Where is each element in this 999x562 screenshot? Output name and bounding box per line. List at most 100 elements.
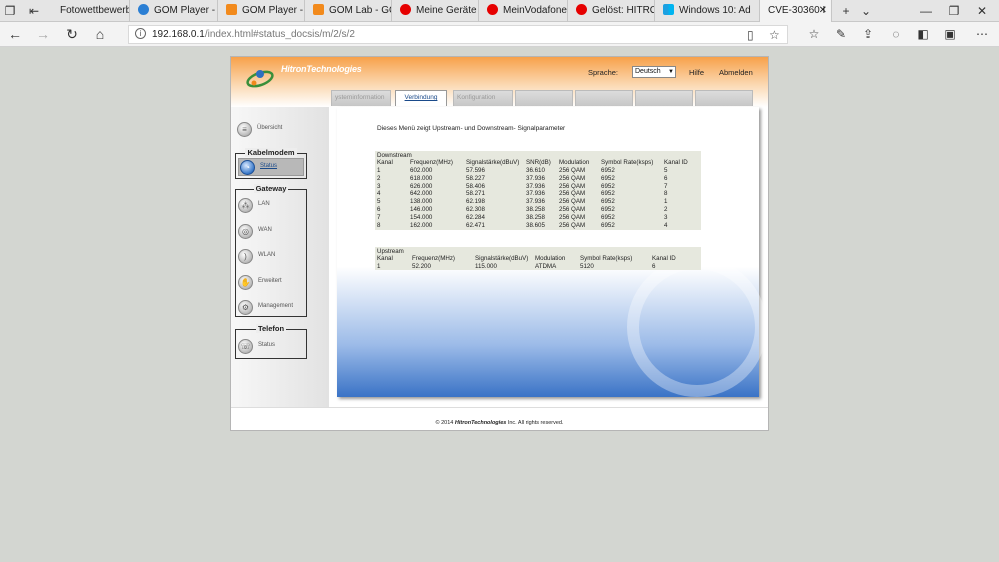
downstream-caption: Downstream xyxy=(377,152,412,159)
forward-icon[interactable]: → xyxy=(32,22,54,47)
footer-divider xyxy=(231,407,768,408)
telefon-title-text: Telefon xyxy=(255,324,287,333)
browser-tab[interactable]: GOM Player - Fr xyxy=(218,0,305,22)
table-cell: 37.936 xyxy=(526,182,545,190)
telefon-title: Telefon xyxy=(236,324,306,333)
language-label: Sprache: xyxy=(588,68,619,77)
column-header: Modulation xyxy=(535,255,566,262)
tab-empty-2[interactable] xyxy=(575,90,633,106)
favorites-hub-icon[interactable]: ☆ xyxy=(804,22,824,47)
tab-empty-4[interactable] xyxy=(695,90,753,106)
table-cell: 6952 xyxy=(601,198,615,206)
main-tabs: ysteminformation Verbindung Konfiguratio… xyxy=(331,90,753,106)
table-cell: 37.936 xyxy=(526,174,545,182)
tab-konfiguration[interactable]: Konfiguration xyxy=(453,90,513,106)
language-select[interactable]: Deutsch ▼ xyxy=(632,66,676,78)
watermark-plug-icon xyxy=(627,257,767,397)
wifi-icon: ) xyxy=(238,249,253,264)
table-cell: 2 xyxy=(664,206,668,213)
logout-link[interactable]: Abmelden xyxy=(719,68,753,77)
site-info-icon[interactable]: i xyxy=(135,28,146,39)
table-cell: 58.227 xyxy=(466,174,485,182)
upstream-caption: Upstream xyxy=(377,248,404,255)
back-icon[interactable]: ← xyxy=(4,22,26,47)
table-cell: 62.284 xyxy=(466,213,485,221)
kabelmodem-group: Kabelmodem ◔ Status xyxy=(235,148,307,179)
browser-tab-title: Fotowettbewerb xyxy=(60,5,130,16)
table-cell: 6952 xyxy=(601,221,615,229)
table-cell: 4 xyxy=(377,190,381,198)
set-aside-tabs-icon[interactable]: ⇤ xyxy=(24,0,44,22)
tab-verbindung[interactable]: Verbindung xyxy=(395,90,447,106)
sidebar-item-telefon-status[interactable]: ☏ Status xyxy=(237,338,307,356)
sidebar-item-wan[interactable]: ◎ WAN xyxy=(237,223,307,241)
browser-tab[interactable]: Fotowettbewerb xyxy=(52,0,130,22)
favorite-star-icon[interactable]: ☆ xyxy=(769,26,780,45)
tab-empty-3[interactable] xyxy=(635,90,693,106)
home-icon[interactable]: ⌂ xyxy=(89,22,111,47)
profile-icon[interactable]: ◌ xyxy=(886,22,906,47)
sidebar-item-label: Erweitert xyxy=(258,278,282,284)
sidebar-item-lan[interactable]: ⁂ LAN xyxy=(237,197,307,215)
tab-close-icon[interactable]: ✕ xyxy=(819,0,827,22)
browser-tab[interactable]: CVE-30360 I ✕ xyxy=(760,0,832,22)
sidebar-item-label: LAN xyxy=(258,201,270,207)
sidebar-item-overview[interactable]: ≡ Übersicht xyxy=(236,121,306,139)
url-text[interactable]: 192.168.0.1/index.html#status_docsis/m/2… xyxy=(152,29,355,40)
column-header: Frequenz(MHz) xyxy=(410,159,453,166)
address-bar[interactable]: i 192.168.0.1/index.html#status_docsis/m… xyxy=(128,25,788,44)
table-cell: 146.000 xyxy=(410,206,433,213)
table-cell: 8 xyxy=(664,190,668,198)
table-cell: 6952 xyxy=(601,167,615,174)
browser-tab-title: GOM Player - Fr xyxy=(242,5,304,16)
browser-tab[interactable]: Windows 10: Ad xyxy=(655,0,760,22)
table-cell: 256 QAM xyxy=(559,182,586,190)
browser-tab[interactable]: Gelöst: HITRON- xyxy=(568,0,655,22)
tab-empty-1[interactable] xyxy=(515,90,573,106)
address-toolbar: ← → ↻ ⌂ i 192.168.0.1/index.html#status_… xyxy=(0,22,999,47)
tab-systeminformation[interactable]: ysteminformation xyxy=(331,90,391,106)
router-page: HitronTechnologies Sprache: Deutsch ▼ Hil… xyxy=(230,56,769,431)
tab-actions-icon[interactable]: ❐ xyxy=(0,0,20,22)
browser-tab-title: Windows 10: Ad xyxy=(679,5,751,16)
table-cell: 62.198 xyxy=(466,198,485,206)
extension-icon[interactable]: ◧ xyxy=(913,22,933,47)
refresh-icon[interactable]: ↻ xyxy=(61,22,83,47)
table-cell: 256 QAM xyxy=(559,174,586,182)
reading-view-icon[interactable]: ▯ xyxy=(747,26,754,45)
new-tab-button[interactable]: + xyxy=(836,0,856,22)
sidebar: ≡ Übersicht Kabelmodem ◔ Status Gateway … xyxy=(231,107,329,407)
help-link[interactable]: Hilfe xyxy=(689,68,704,77)
column-header: Kanal ID xyxy=(664,159,688,166)
column-header: Frequenz(MHz) xyxy=(412,255,455,262)
pen-icon[interactable]: ✎ xyxy=(831,22,851,47)
sidebar-item-erweitert[interactable]: ✋ Erweitert xyxy=(237,274,307,292)
browser-tab[interactable]: GOM Lab - GOM xyxy=(305,0,392,22)
column-header: Modulation xyxy=(559,159,590,166)
sidebar-item-wlan[interactable]: ) WLAN xyxy=(237,248,307,266)
browser-tab[interactable]: MeinVodafone xyxy=(479,0,568,22)
browser-tab[interactable]: Meine Geräte - V xyxy=(392,0,479,22)
downstream-table: Downstream Kanal Frequenz(MHz) Signalstärk… xyxy=(375,151,701,230)
close-window-button[interactable]: ✕ xyxy=(972,0,992,22)
table-cell: 6952 xyxy=(601,190,615,198)
sidebar-item-management[interactable]: ⚙ Management xyxy=(237,299,307,317)
column-header: Symbol Rate(ksps) xyxy=(601,159,654,166)
share-icon[interactable]: ⇪ xyxy=(858,22,878,47)
table-cell: 1 xyxy=(377,167,381,174)
footer-year: © 2014 xyxy=(435,420,454,426)
gauge-icon: ◔ xyxy=(240,160,255,175)
footer-rights: Inc. All rights reserved. xyxy=(507,420,564,426)
more-menu-icon[interactable]: ⋯ xyxy=(972,22,992,47)
tab-favicon-icon xyxy=(313,4,324,15)
restore-button[interactable]: ❐ xyxy=(944,0,964,22)
column-header: Kanal ID xyxy=(652,255,676,262)
onenote-icon[interactable]: ▣ xyxy=(940,22,960,47)
sidebar-item-kabelmodem-status[interactable]: ◔ Status xyxy=(238,158,304,176)
table-cell: 6 xyxy=(664,174,668,182)
minimize-button[interactable]: — xyxy=(916,0,936,22)
tab-list-chevron-icon[interactable]: ⌄ xyxy=(856,0,876,22)
browser-tab[interactable]: GOM Player - NI xyxy=(130,0,218,22)
browser-tab-title: Gelöst: HITRON- xyxy=(592,5,654,16)
table-cell: 1 xyxy=(377,263,381,270)
